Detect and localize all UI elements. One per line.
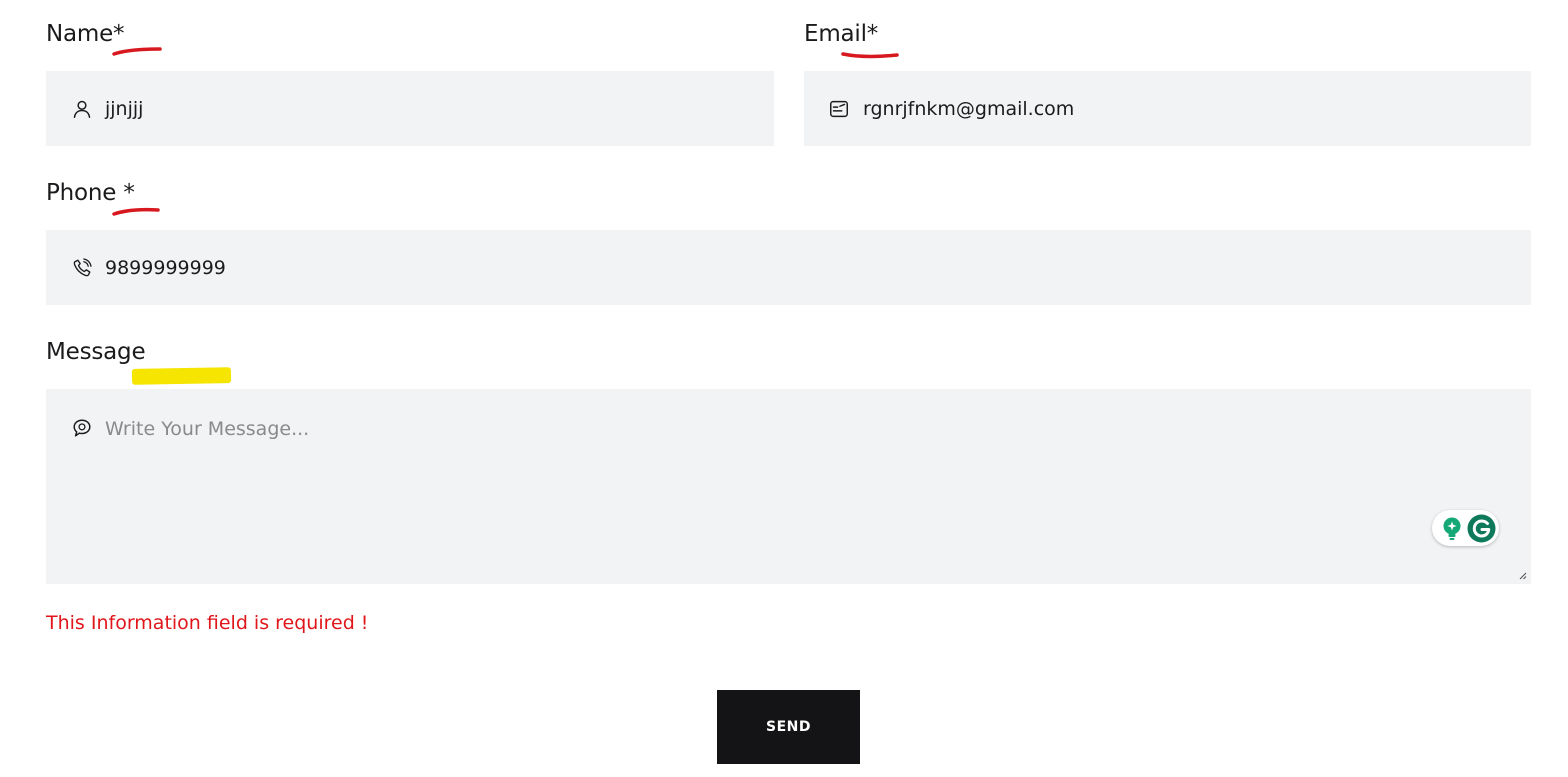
- user-icon: [73, 100, 91, 118]
- phone-label: Phone *: [46, 180, 135, 206]
- message-textarea[interactable]: Write Your Message...: [105, 420, 309, 439]
- phone-input[interactable]: 9899999999: [105, 259, 226, 278]
- email-label: Email*: [804, 21, 879, 47]
- email-field[interactable]: rgnrjfnkm@gmail.com: [804, 71, 1531, 146]
- mail-icon: [830, 100, 848, 118]
- name-field[interactable]: jjnjjj: [46, 71, 774, 146]
- message-label: Message: [46, 339, 146, 365]
- error-message: This Information field is required !: [46, 612, 369, 634]
- name-input[interactable]: jjnjjj: [105, 100, 143, 119]
- message-highlight-mark: [131, 367, 232, 385]
- message-field[interactable]: Write Your Message...: [46, 389, 1531, 584]
- email-input[interactable]: rgnrjfnkm@gmail.com: [863, 100, 1074, 119]
- email-required-underline: [841, 52, 899, 59]
- phone-icon: [73, 258, 92, 277]
- grammarly-g-icon[interactable]: [1467, 514, 1496, 543]
- lightbulb-icon[interactable]: [1440, 516, 1464, 541]
- phone-field[interactable]: 9899999999: [46, 230, 1531, 305]
- resize-handle-icon[interactable]: [1517, 570, 1527, 580]
- send-button[interactable]: SEND: [717, 690, 860, 764]
- grammarly-widget[interactable]: [1432, 510, 1499, 546]
- chat-bubble-icon: [73, 419, 91, 437]
- name-required-underline: [112, 47, 162, 56]
- phone-required-underline: [112, 207, 160, 216]
- name-label: Name*: [46, 21, 125, 47]
